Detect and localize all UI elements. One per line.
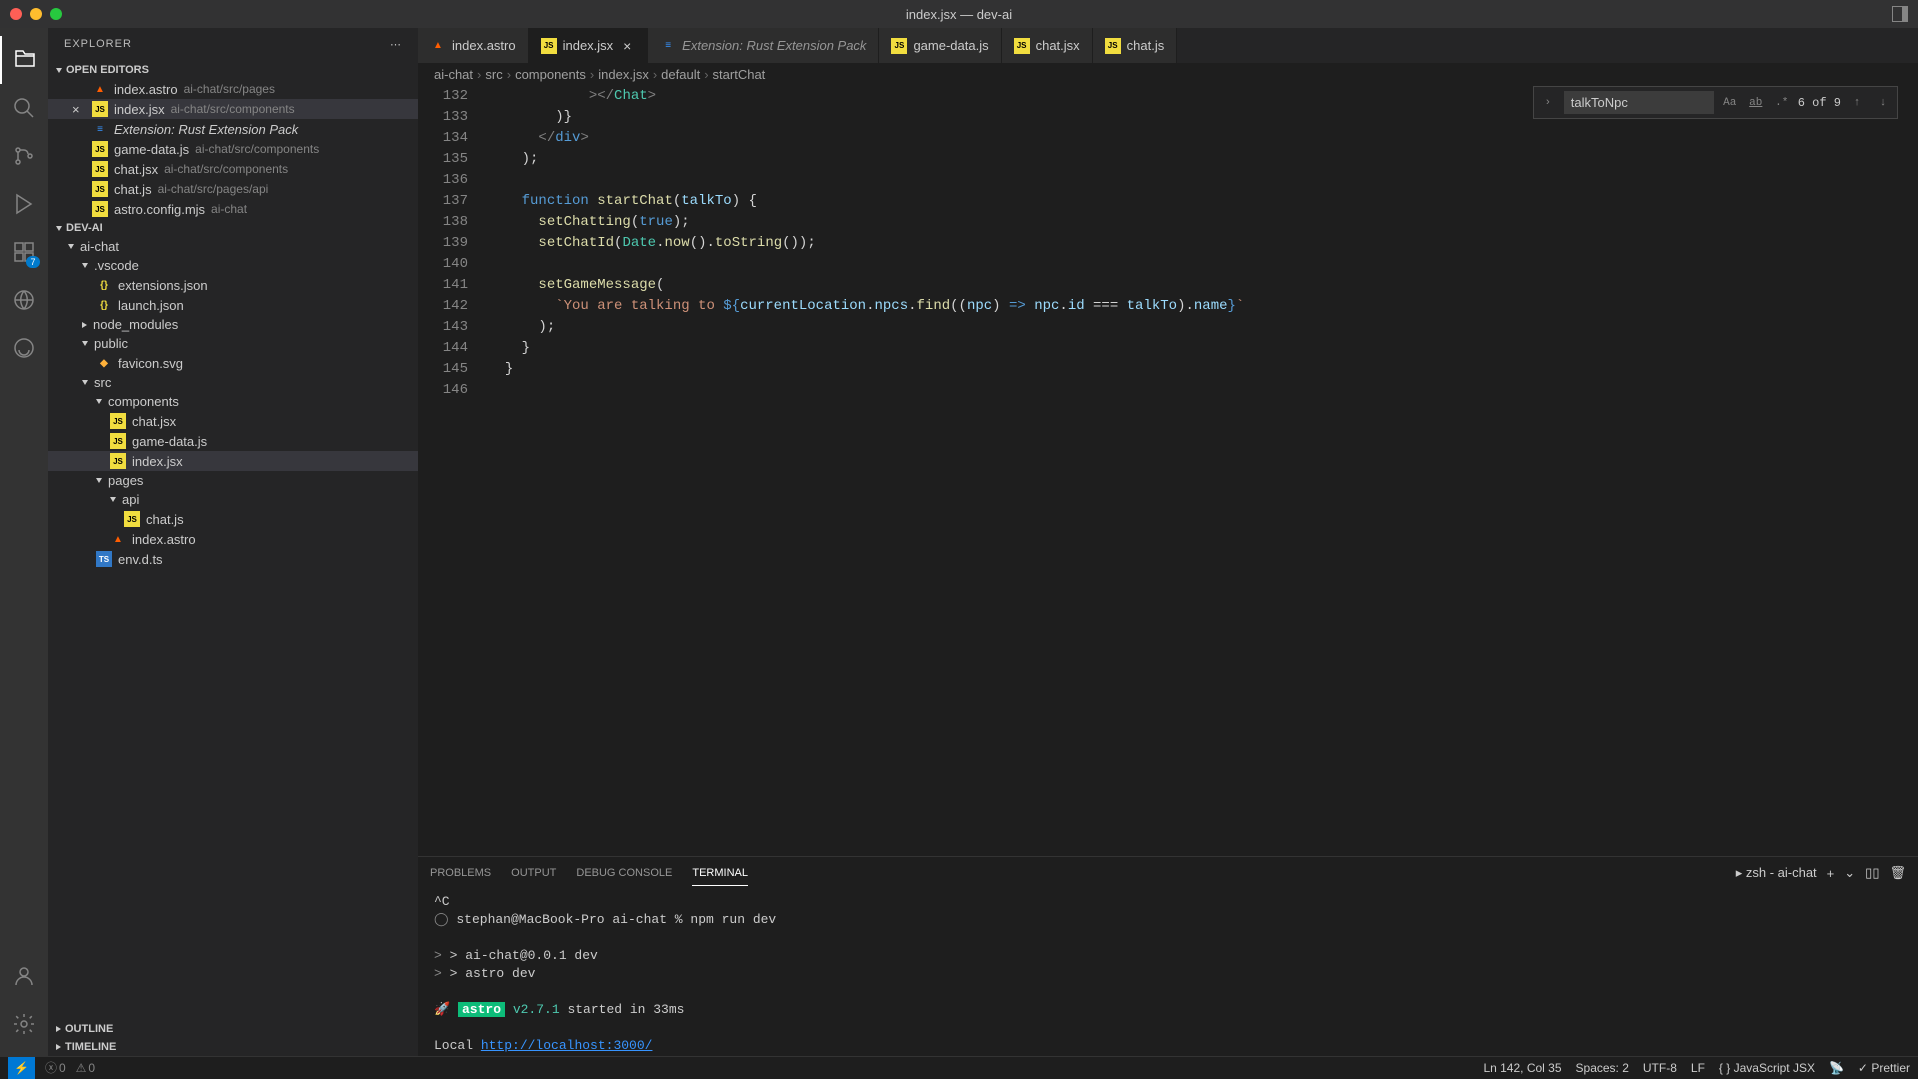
- account-icon[interactable]: [0, 952, 48, 1000]
- window-title: index.jsx — dev-ai: [906, 7, 1012, 22]
- maximize-window-button[interactable]: [50, 8, 62, 20]
- breadcrumb-item[interactable]: default: [661, 67, 700, 82]
- folder-item[interactable]: node_modules: [48, 315, 418, 334]
- breadcrumb-item[interactable]: components: [515, 67, 586, 82]
- feedback-icon[interactable]: 📡: [1829, 1061, 1844, 1075]
- minimize-window-button[interactable]: [30, 8, 42, 20]
- project-header[interactable]: DEV-AI: [48, 219, 418, 237]
- open-editor-item[interactable]: ▲index.astro ai-chat/src/pages: [48, 79, 418, 99]
- file-item[interactable]: JS chat.js: [48, 509, 418, 529]
- folder-item[interactable]: components: [48, 392, 418, 411]
- match-word-icon[interactable]: ab: [1746, 93, 1766, 113]
- encoding-status[interactable]: UTF-8: [1643, 1061, 1677, 1075]
- eol-status[interactable]: LF: [1691, 1061, 1705, 1075]
- close-tab-icon[interactable]: ×: [619, 38, 635, 54]
- find-widget: › Aa ab .* 6 of 9 ↑ ↓: [1533, 86, 1898, 119]
- file-item[interactable]: ▲ index.astro: [48, 529, 418, 549]
- open-editor-item[interactable]: JSchat.jsx ai-chat/src/components: [48, 159, 418, 179]
- open-editor-item[interactable]: ×JSindex.jsx ai-chat/src/components: [48, 99, 418, 119]
- editor-tab[interactable]: ▲index.astro: [418, 28, 529, 63]
- editor-tabs: ▲index.astroJSindex.jsx×≡Extension: Rust…: [418, 28, 1918, 63]
- editor-tab[interactable]: JSindex.jsx×: [529, 28, 649, 63]
- file-item[interactable]: {} launch.json: [48, 295, 418, 315]
- kill-terminal-icon[interactable]: 🗑: [1889, 865, 1906, 881]
- open-editors-header[interactable]: OPEN EDITORS: [48, 61, 418, 79]
- editor-tab[interactable]: ≡Extension: Rust Extension Pack: [648, 28, 879, 63]
- breadcrumb-item[interactable]: ai-chat: [434, 67, 473, 82]
- extensions-badge: 7: [26, 256, 40, 268]
- cursor-position[interactable]: Ln 142, Col 35: [1483, 1061, 1561, 1075]
- file-item[interactable]: JS index.jsx: [48, 451, 418, 471]
- panel-tab[interactable]: PROBLEMS: [430, 861, 491, 885]
- breadcrumb-item[interactable]: index.jsx: [598, 67, 649, 82]
- close-window-button[interactable]: [10, 8, 22, 20]
- match-case-icon[interactable]: Aa: [1720, 93, 1740, 113]
- bottom-panel: PROBLEMS OUTPUT DEBUG CONSOLE TERMINAL ▸ zs…: [418, 856, 1918, 1056]
- open-editor-item[interactable]: JSchat.js ai-chat/src/pages/api: [48, 179, 418, 199]
- file-item[interactable]: TS env.d.ts: [48, 549, 418, 569]
- activity-bar: 7: [0, 28, 48, 1056]
- settings-gear-icon[interactable]: [0, 1000, 48, 1048]
- folder-item[interactable]: ai-chat: [48, 237, 418, 256]
- editor-tab[interactable]: JSgame-data.js: [879, 28, 1001, 63]
- editor-tab[interactable]: JSchat.js: [1093, 28, 1178, 63]
- prettier-status[interactable]: ✓ Prettier: [1858, 1061, 1910, 1075]
- folder-item[interactable]: .vscode: [48, 256, 418, 275]
- open-editor-item[interactable]: JSgame-data.js ai-chat/src/components: [48, 139, 418, 159]
- breadcrumb-item[interactable]: startChat: [713, 67, 766, 82]
- find-expand-icon[interactable]: ›: [1538, 93, 1558, 113]
- find-input[interactable]: [1564, 91, 1714, 114]
- remote-button[interactable]: ⚡: [8, 1057, 35, 1079]
- source-control-icon[interactable]: [0, 132, 48, 180]
- breadcrumb-item[interactable]: src: [485, 67, 502, 82]
- terminal-shell-label[interactable]: ▸ zsh - ai-chat: [1736, 865, 1817, 881]
- open-editor-item[interactable]: ≡Extension: Rust Extension Pack: [48, 119, 418, 139]
- code-content[interactable]: ></Chat> )} </div> ); function startChat…: [488, 86, 1918, 856]
- run-debug-icon[interactable]: [0, 180, 48, 228]
- panel-tab[interactable]: OUTPUT: [511, 861, 556, 885]
- find-result-count: 6 of 9: [1798, 96, 1841, 110]
- find-next-icon[interactable]: ↓: [1873, 93, 1893, 113]
- timeline-header[interactable]: TIMELINE: [48, 1038, 418, 1056]
- remote-explorer-icon[interactable]: [0, 276, 48, 324]
- open-editor-item[interactable]: JSastro.config.mjs ai-chat: [48, 199, 418, 219]
- terminal-dropdown-icon[interactable]: ⌄: [1844, 865, 1855, 881]
- find-prev-icon[interactable]: ↑: [1847, 93, 1867, 113]
- folder-item[interactable]: api: [48, 490, 418, 509]
- breadcrumbs[interactable]: ai-chat›src›components›index.jsx›default…: [418, 63, 1918, 86]
- edge-tools-icon[interactable]: [0, 324, 48, 372]
- status-warnings[interactable]: ⚠ 0: [76, 1061, 95, 1075]
- regex-icon[interactable]: .*: [1772, 93, 1792, 113]
- status-errors[interactable]: ⓧ 0: [45, 1059, 66, 1076]
- folder-item[interactable]: public: [48, 334, 418, 353]
- search-icon[interactable]: [0, 84, 48, 132]
- outline-header[interactable]: OUTLINE: [48, 1020, 418, 1038]
- sidebar-more-icon[interactable]: ⋯: [390, 38, 402, 51]
- language-mode[interactable]: { } JavaScript JSX: [1719, 1061, 1815, 1075]
- explorer-icon[interactable]: [0, 36, 48, 84]
- file-item[interactable]: JS game-data.js: [48, 431, 418, 451]
- panel-tab[interactable]: DEBUG CONSOLE: [576, 861, 672, 885]
- extensions-icon[interactable]: 7: [0, 228, 48, 276]
- file-item[interactable]: {} extensions.json: [48, 275, 418, 295]
- indent-status[interactable]: Spaces: 2: [1576, 1061, 1629, 1075]
- line-numbers: 1321331341351361371381391401411421431441…: [418, 86, 488, 856]
- explorer-sidebar: EXPLORER ⋯ OPEN EDITORS ▲index.astro ai-…: [48, 28, 418, 1056]
- sidebar-title: EXPLORER: [64, 38, 132, 51]
- file-item[interactable]: ◆ favicon.svg: [48, 353, 418, 373]
- editor-tab[interactable]: JSchat.jsx: [1002, 28, 1093, 63]
- split-terminal-icon[interactable]: ▯▯: [1865, 865, 1879, 881]
- folder-item[interactable]: pages: [48, 471, 418, 490]
- panel-tab[interactable]: TERMINAL: [692, 861, 748, 886]
- status-bar: ⚡ ⓧ 0 ⚠ 0 Ln 142, Col 35 Spaces: 2 UTF-8…: [0, 1056, 1918, 1078]
- new-terminal-icon[interactable]: +: [1827, 866, 1835, 881]
- titlebar: index.jsx — dev-ai: [0, 0, 1918, 28]
- editor[interactable]: › Aa ab .* 6 of 9 ↑ ↓ 132133134135136137…: [418, 86, 1918, 856]
- layout-toggle-icon[interactable]: [1892, 6, 1908, 22]
- terminal[interactable]: ^C ◯ stephan@MacBook-Pro ai-chat % npm r…: [418, 889, 1918, 1056]
- folder-item[interactable]: src: [48, 373, 418, 392]
- file-item[interactable]: JS chat.jsx: [48, 411, 418, 431]
